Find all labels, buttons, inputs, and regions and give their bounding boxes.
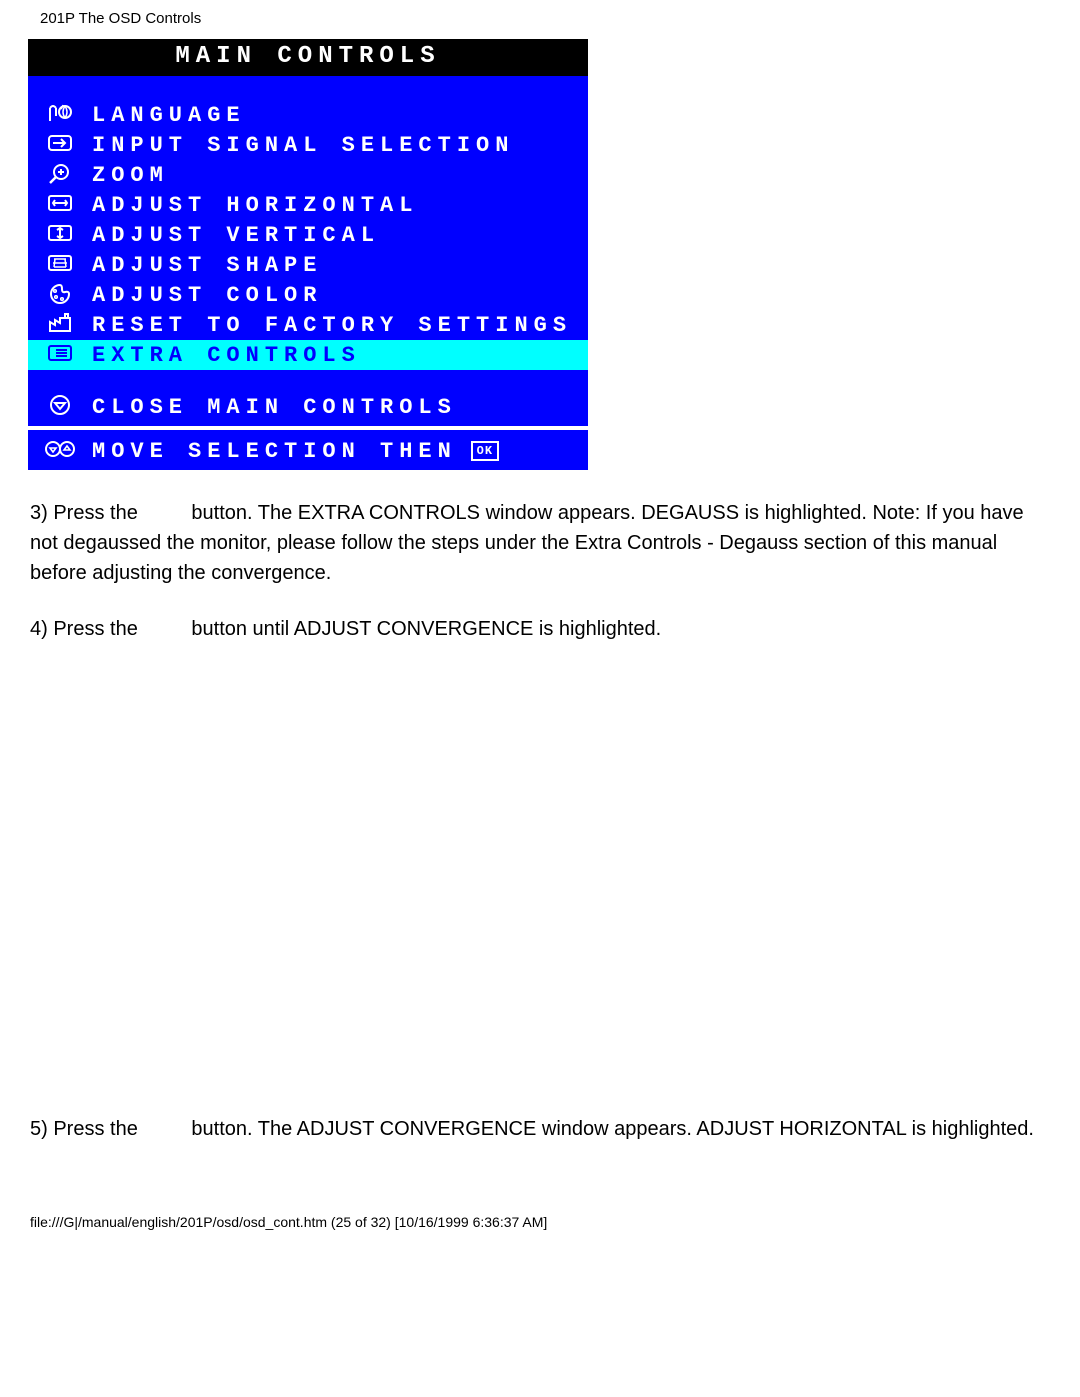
osd-hint-text: MOVE SELECTION THEN — [92, 439, 457, 464]
instruction-step-3: 3) Press the button. The EXTRA CONTROLS … — [0, 498, 1080, 588]
menu-item-label: ADJUST SHAPE — [92, 253, 322, 278]
instruction-step-4: 4) Press the button until ADJUST CONVERG… — [0, 614, 1080, 644]
arrow-right-icon — [47, 132, 73, 159]
palette-icon — [47, 282, 73, 309]
menu-item-label: ADJUST HORIZONTAL — [92, 193, 418, 218]
ok-button-icon: OK — [471, 441, 499, 461]
menu-item-adjust-vertical[interactable]: ADJUST VERTICAL — [28, 220, 588, 250]
osd-title: MAIN CONTROLS — [28, 39, 588, 76]
menu-item-zoom[interactable]: ZOOM — [28, 160, 588, 190]
list-icon — [47, 342, 73, 369]
menu-item-label: INPUT SIGNAL SELECTION — [92, 133, 514, 158]
menu-item-label: EXTRA CONTROLS — [92, 343, 361, 368]
menu-item-label: ADJUST COLOR — [92, 283, 322, 308]
menu-item-input-signal[interactable]: INPUT SIGNAL SELECTION — [28, 130, 588, 160]
menu-item-adjust-shape[interactable]: ADJUST SHAPE — [28, 250, 588, 280]
menu-item-label: CLOSE MAIN CONTROLS — [92, 395, 457, 420]
magnifier-icon — [47, 162, 73, 189]
menu-item-reset-factory[interactable]: RESET TO FACTORY SETTINGS — [28, 310, 588, 340]
menu-item-extra-controls[interactable]: EXTRA CONTROLS — [28, 340, 588, 370]
osd-menu: LANGUAGE INPUT SIGNAL SELECTION ZOOM ADJ… — [28, 76, 588, 426]
menu-item-label: ADJUST VERTICAL — [92, 223, 380, 248]
osd-hint-bar: MOVE SELECTION THEN OK — [28, 430, 588, 470]
menu-item-adjust-color[interactable]: ADJUST COLOR — [28, 280, 588, 310]
factory-icon — [47, 312, 73, 339]
page-header: 201P The OSD Controls — [0, 0, 1080, 35]
menu-item-close[interactable]: CLOSE MAIN CONTROLS — [28, 392, 588, 422]
vert-icon — [47, 222, 73, 249]
menu-item-label: LANGUAGE — [92, 103, 246, 128]
updown-circles-icon — [45, 437, 75, 466]
instruction-step-5: 5) Press the button. The ADJUST CONVERGE… — [0, 1114, 1080, 1144]
menu-item-language[interactable]: LANGUAGE — [28, 100, 588, 130]
page-footer: file:///G|/manual/english/201P/osd/osd_c… — [0, 1144, 1080, 1230]
osd-window: MAIN CONTROLS LANGUAGE INPUT SIGNAL SELE… — [28, 39, 588, 470]
menu-item-label: ZOOM — [92, 163, 169, 188]
shape-icon — [47, 252, 73, 279]
menu-item-label: RESET TO FACTORY SETTINGS — [92, 313, 572, 338]
language-icon — [47, 102, 73, 129]
horiz-icon — [47, 192, 73, 219]
menu-item-adjust-horizontal[interactable]: ADJUST HORIZONTAL — [28, 190, 588, 220]
down-circle-icon — [48, 393, 72, 422]
